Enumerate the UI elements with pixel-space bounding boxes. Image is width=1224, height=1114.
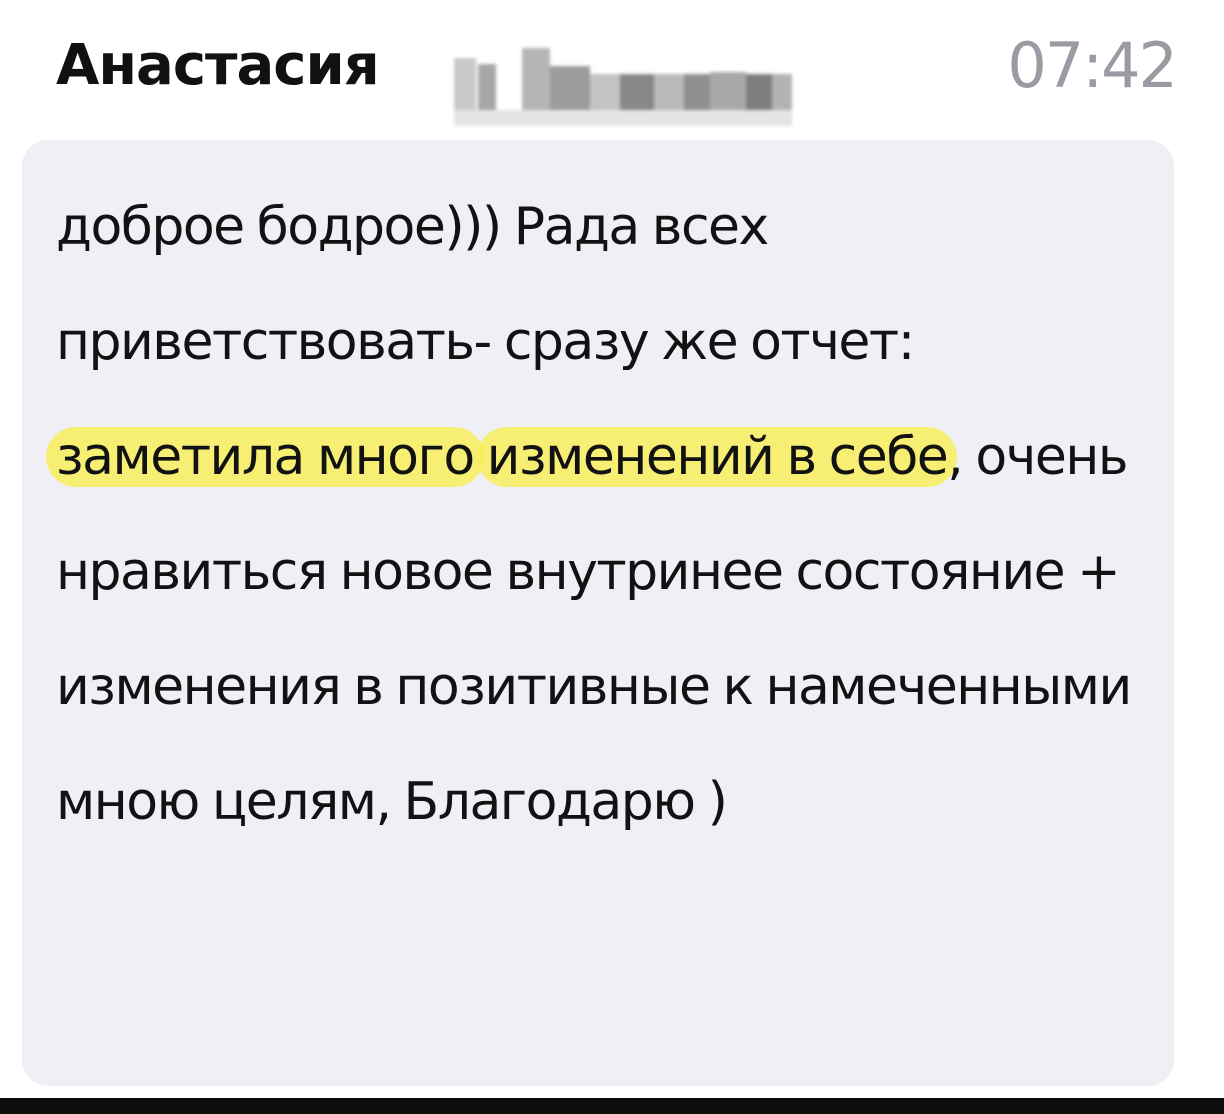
message-text-part: доброе бодрое))) Рада всех приветствоват…: [56, 197, 915, 372]
highlighted-text: заметила много: [46, 427, 484, 487]
message-bubble[interactable]: доброе бодрое))) Рада всех приветствоват…: [22, 140, 1174, 1086]
bottom-edge-bar: [0, 1098, 1224, 1114]
blurred-surname: [454, 48, 794, 132]
sender-name[interactable]: Анастасия: [56, 26, 380, 106]
message-header: Анастасия 07:42: [56, 26, 1178, 126]
message-timestamp: 07:42: [1007, 29, 1178, 102]
chat-message: Анастасия 07:42 доброе бодрое))) Рада вс…: [0, 0, 1224, 1114]
highlighted-text: изменений в себе: [476, 427, 958, 487]
message-text-part: , очень нравиться новое внутринее состоя…: [56, 427, 1132, 832]
message-text: доброе бодрое))) Рада всех приветствоват…: [46, 170, 1166, 860]
